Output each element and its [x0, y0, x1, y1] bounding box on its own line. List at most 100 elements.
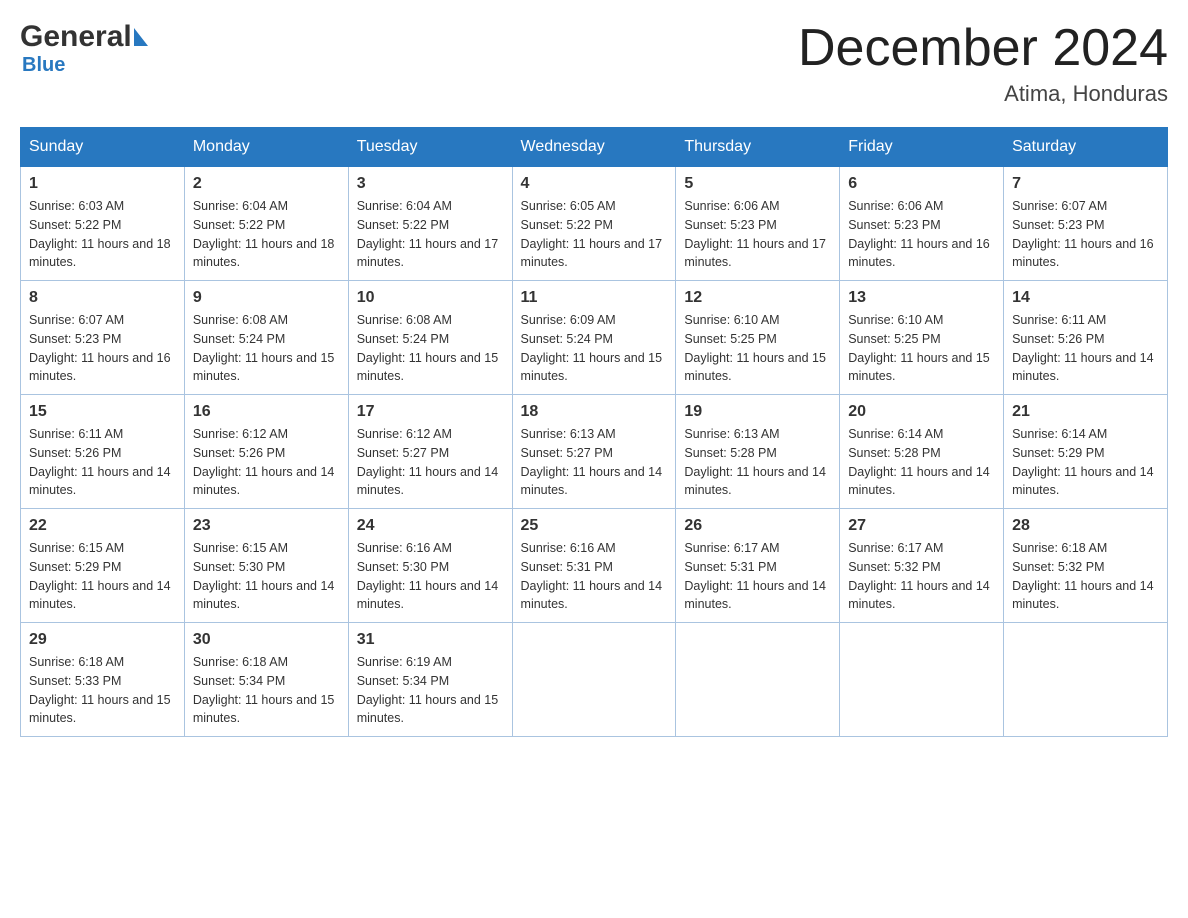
column-header-friday: Friday — [840, 128, 1004, 167]
day-info: Sunrise: 6:06 AMSunset: 5:23 PMDaylight:… — [848, 197, 995, 272]
title-section: December 2024 Atima, Honduras — [798, 20, 1168, 107]
calendar-cell: 16 Sunrise: 6:12 AMSunset: 5:26 PMDayligh… — [184, 395, 348, 509]
day-number: 5 — [684, 175, 831, 193]
day-number: 19 — [684, 403, 831, 421]
day-number: 18 — [521, 403, 668, 421]
calendar-cell — [1004, 623, 1168, 737]
day-info: Sunrise: 6:08 AMSunset: 5:24 PMDaylight:… — [357, 311, 504, 386]
day-number: 1 — [29, 175, 176, 193]
week-row-4: 22 Sunrise: 6:15 AMSunset: 5:29 PMDayligh… — [21, 509, 1168, 623]
day-number: 16 — [193, 403, 340, 421]
day-number: 3 — [357, 175, 504, 193]
day-info: Sunrise: 6:07 AMSunset: 5:23 PMDaylight:… — [1012, 197, 1159, 272]
day-number: 23 — [193, 517, 340, 535]
calendar-cell: 4 Sunrise: 6:05 AMSunset: 5:22 PMDaylight… — [512, 167, 676, 281]
day-info: Sunrise: 6:08 AMSunset: 5:24 PMDaylight:… — [193, 311, 340, 386]
day-number: 6 — [848, 175, 995, 193]
calendar-table: SundayMondayTuesdayWednesdayThursdayFrid… — [20, 127, 1168, 737]
calendar-cell: 30 Sunrise: 6:18 AMSunset: 5:34 PMDayligh… — [184, 623, 348, 737]
calendar-cell: 26Sunrise: 6:17 AMSunset: 5:31 PMDayligh… — [676, 509, 840, 623]
day-number: 21 — [1012, 403, 1159, 421]
day-info: Sunrise: 6:14 AMSunset: 5:28 PMDaylight:… — [848, 425, 995, 500]
calendar-cell: 23 Sunrise: 6:15 AMSunset: 5:30 PMDayligh… — [184, 509, 348, 623]
day-info: Sunrise: 6:19 AMSunset: 5:34 PMDaylight:… — [357, 653, 504, 728]
calendar-cell: 7 Sunrise: 6:07 AMSunset: 5:23 PMDaylight… — [1004, 167, 1168, 281]
day-number: 29 — [29, 631, 176, 649]
day-info: Sunrise: 6:04 AMSunset: 5:22 PMDaylight:… — [357, 197, 504, 272]
calendar-cell: 17Sunrise: 6:12 AMSunset: 5:27 PMDayligh… — [348, 395, 512, 509]
calendar-cell: 29 Sunrise: 6:18 AMSunset: 5:33 PMDayligh… — [21, 623, 185, 737]
day-info: Sunrise: 6:14 AMSunset: 5:29 PMDaylight:… — [1012, 425, 1159, 500]
day-info: Sunrise: 6:17 AMSunset: 5:32 PMDaylight:… — [848, 539, 995, 614]
day-info: Sunrise: 6:16 AMSunset: 5:31 PMDaylight:… — [521, 539, 668, 614]
day-number: 2 — [193, 175, 340, 193]
calendar-cell: 20 Sunrise: 6:14 AMSunset: 5:28 PMDayligh… — [840, 395, 1004, 509]
day-number: 11 — [521, 289, 668, 307]
day-number: 25 — [521, 517, 668, 535]
calendar-cell: 18 Sunrise: 6:13 AMSunset: 5:27 PMDayligh… — [512, 395, 676, 509]
day-info: Sunrise: 6:16 AMSunset: 5:30 PMDaylight:… — [357, 539, 504, 614]
day-number: 15 — [29, 403, 176, 421]
calendar-header-row: SundayMondayTuesdayWednesdayThursdayFrid… — [21, 128, 1168, 167]
calendar-cell: 1 Sunrise: 6:03 AMSunset: 5:22 PMDaylight… — [21, 167, 185, 281]
day-number: 31 — [357, 631, 504, 649]
day-number: 8 — [29, 289, 176, 307]
calendar-cell: 25 Sunrise: 6:16 AMSunset: 5:31 PMDayligh… — [512, 509, 676, 623]
day-info: Sunrise: 6:13 AMSunset: 5:27 PMDaylight:… — [521, 425, 668, 500]
page-header: General Blue December 2024 Atima, Hondur… — [20, 20, 1168, 107]
day-number: 20 — [848, 403, 995, 421]
day-info: Sunrise: 6:03 AMSunset: 5:22 PMDaylight:… — [29, 197, 176, 272]
day-number: 4 — [521, 175, 668, 193]
day-info: Sunrise: 6:11 AMSunset: 5:26 PMDaylight:… — [29, 425, 176, 500]
calendar-cell: 11 Sunrise: 6:09 AMSunset: 5:24 PMDayligh… — [512, 281, 676, 395]
calendar-cell: 21 Sunrise: 6:14 AMSunset: 5:29 PMDayligh… — [1004, 395, 1168, 509]
day-number: 7 — [1012, 175, 1159, 193]
column-header-thursday: Thursday — [676, 128, 840, 167]
week-row-3: 15 Sunrise: 6:11 AMSunset: 5:26 PMDayligh… — [21, 395, 1168, 509]
day-number: 14 — [1012, 289, 1159, 307]
calendar-cell — [512, 623, 676, 737]
day-number: 13 — [848, 289, 995, 307]
day-info: Sunrise: 6:18 AMSunset: 5:33 PMDaylight:… — [29, 653, 176, 728]
day-number: 27 — [848, 517, 995, 535]
calendar-cell: 27 Sunrise: 6:17 AMSunset: 5:32 PMDayligh… — [840, 509, 1004, 623]
logo-blue-text: Blue — [22, 54, 65, 77]
week-row-2: 8 Sunrise: 6:07 AMSunset: 5:23 PMDaylight… — [21, 281, 1168, 395]
day-number: 30 — [193, 631, 340, 649]
calendar-cell: 5 Sunrise: 6:06 AMSunset: 5:23 PMDaylight… — [676, 167, 840, 281]
calendar-cell: 10 Sunrise: 6:08 AMSunset: 5:24 PMDayligh… — [348, 281, 512, 395]
column-header-sunday: Sunday — [21, 128, 185, 167]
calendar-cell: 15 Sunrise: 6:11 AMSunset: 5:26 PMDayligh… — [21, 395, 185, 509]
location-text: Atima, Honduras — [798, 81, 1168, 107]
column-header-saturday: Saturday — [1004, 128, 1168, 167]
day-info: Sunrise: 6:18 AMSunset: 5:34 PMDaylight:… — [193, 653, 340, 728]
calendar-cell: 8 Sunrise: 6:07 AMSunset: 5:23 PMDaylight… — [21, 281, 185, 395]
column-header-monday: Monday — [184, 128, 348, 167]
calendar-cell: 2 Sunrise: 6:04 AMSunset: 5:22 PMDaylight… — [184, 167, 348, 281]
logo-general-text: General — [20, 20, 132, 54]
day-info: Sunrise: 6:15 AMSunset: 5:30 PMDaylight:… — [193, 539, 340, 614]
day-info: Sunrise: 6:12 AMSunset: 5:27 PMDaylight:… — [357, 425, 504, 500]
calendar-cell: 22 Sunrise: 6:15 AMSunset: 5:29 PMDayligh… — [21, 509, 185, 623]
column-header-wednesday: Wednesday — [512, 128, 676, 167]
calendar-cell: 24Sunrise: 6:16 AMSunset: 5:30 PMDayligh… — [348, 509, 512, 623]
calendar-cell: 6 Sunrise: 6:06 AMSunset: 5:23 PMDaylight… — [840, 167, 1004, 281]
day-info: Sunrise: 6:04 AMSunset: 5:22 PMDaylight:… — [193, 197, 340, 272]
day-info: Sunrise: 6:17 AMSunset: 5:31 PMDaylight:… — [684, 539, 831, 614]
day-info: Sunrise: 6:15 AMSunset: 5:29 PMDaylight:… — [29, 539, 176, 614]
day-info: Sunrise: 6:07 AMSunset: 5:23 PMDaylight:… — [29, 311, 176, 386]
logo: General Blue — [20, 20, 148, 77]
calendar-cell: 3 Sunrise: 6:04 AMSunset: 5:22 PMDaylight… — [348, 167, 512, 281]
day-number: 10 — [357, 289, 504, 307]
calendar-cell: 31 Sunrise: 6:19 AMSunset: 5:34 PMDayligh… — [348, 623, 512, 737]
day-info: Sunrise: 6:18 AMSunset: 5:32 PMDaylight:… — [1012, 539, 1159, 614]
day-info: Sunrise: 6:13 AMSunset: 5:28 PMDaylight:… — [684, 425, 831, 500]
day-info: Sunrise: 6:05 AMSunset: 5:22 PMDaylight:… — [521, 197, 668, 272]
day-info: Sunrise: 6:09 AMSunset: 5:24 PMDaylight:… — [521, 311, 668, 386]
logo-arrow-icon — [134, 28, 148, 46]
day-info: Sunrise: 6:12 AMSunset: 5:26 PMDaylight:… — [193, 425, 340, 500]
calendar-cell: 14 Sunrise: 6:11 AMSunset: 5:26 PMDayligh… — [1004, 281, 1168, 395]
day-info: Sunrise: 6:11 AMSunset: 5:26 PMDaylight:… — [1012, 311, 1159, 386]
day-info: Sunrise: 6:06 AMSunset: 5:23 PMDaylight:… — [684, 197, 831, 272]
day-number: 22 — [29, 517, 176, 535]
